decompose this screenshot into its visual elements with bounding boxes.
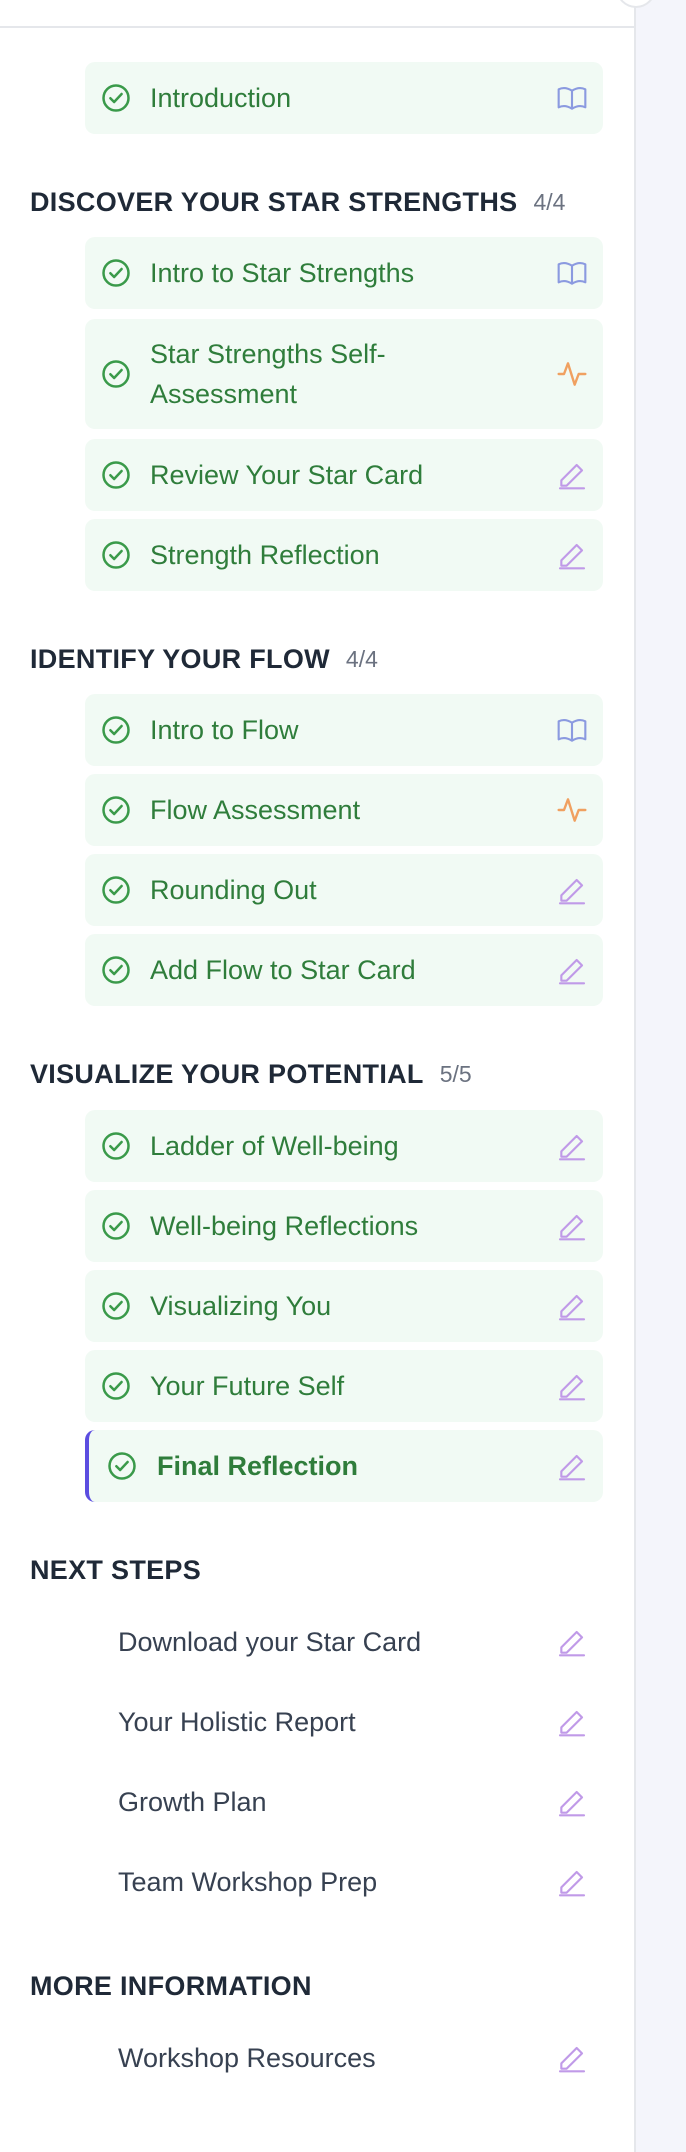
nav-item-label: Flow Assessment <box>150 795 361 825</box>
nav-item-label: Well-being Reflections <box>150 1211 419 1241</box>
pencil-icon <box>558 1454 586 1481</box>
section-progress-count: 4/4 <box>345 645 378 672</box>
check-circle-icon <box>102 1372 130 1400</box>
check-circle-icon <box>102 716 130 744</box>
section-title: MORE INFORMATION <box>30 1970 312 2001</box>
nav-item-ladder-of-well-being[interactable]: Ladder of Well-being <box>85 1110 603 1182</box>
nav-item-workshop-resources[interactable]: Workshop Resources <box>85 2022 603 2094</box>
nav-item-label: Growth Plan <box>118 1787 267 1817</box>
section-progress-count: 5/5 <box>439 1060 472 1087</box>
nav-item-label: Your Holistic Report <box>118 1707 356 1737</box>
nav-item-intro-star-strengths[interactable]: Intro to Star Strengths <box>85 237 603 309</box>
pencil-icon <box>558 463 586 490</box>
section-header-more-information[interactable]: MORE INFORMATION <box>30 1968 312 2004</box>
book-icon <box>557 86 587 110</box>
nav-item-intro-to-flow[interactable]: Intro to Flow <box>85 694 603 766</box>
nav-item-star-strengths-self-assessment[interactable]: Star Strengths Self-Assessment <box>85 319 603 429</box>
pencil-icon <box>558 1294 586 1321</box>
section-title: IDENTIFY YOUR FLOW <box>30 643 330 674</box>
nav-item-label: Final Reflection <box>157 1451 359 1481</box>
section-header-identify-flow[interactable]: IDENTIFY YOUR FLOW 4/4 <box>30 641 378 677</box>
pencil-icon <box>558 1374 586 1401</box>
nav-item-rounding-out[interactable]: Rounding Out <box>85 854 603 926</box>
nav-item-label: Workshop Resources <box>118 2043 376 2073</box>
nav-item-label: Ladder of Well-being <box>150 1131 399 1161</box>
check-circle-icon <box>102 541 130 569</box>
section-title: NEXT STEPS <box>30 1554 202 1585</box>
nav-item-label: Your Future Self <box>150 1371 345 1401</box>
pencil-icon <box>558 1710 586 1737</box>
section-title: VISUALIZE YOUR POTENTIAL <box>30 1058 424 1089</box>
nav-item-holistic-report[interactable]: Your Holistic Report <box>85 1686 603 1758</box>
nav-item-your-future-self[interactable]: Your Future Self <box>85 1350 603 1422</box>
nav-item-team-workshop-prep[interactable]: Team Workshop Prep <box>85 1846 603 1918</box>
nav-item-final-reflection-current[interactable]: Final Reflection <box>85 1430 603 1502</box>
nav-item-label: Review Your Star Card <box>150 460 424 490</box>
nav-item-label: Strength Reflection <box>150 540 380 570</box>
nav-item-introduction[interactable]: Introduction <box>85 62 603 134</box>
pencil-icon <box>558 1134 586 1161</box>
pencil-icon <box>558 2046 586 2073</box>
nav-item-visualizing-you[interactable]: Visualizing You <box>85 1270 603 1342</box>
section-header-next-steps[interactable]: NEXT STEPS <box>30 1552 201 1588</box>
activity-pulse-icon <box>557 362 587 386</box>
pencil-icon <box>558 1790 586 1817</box>
pencil-icon <box>558 958 586 985</box>
check-circle-icon <box>102 1132 130 1160</box>
section-title: DISCOVER YOUR STAR STRENGTHS <box>30 186 518 217</box>
check-circle-icon <box>102 360 130 388</box>
nav-item-label: Star Strengths Self-Assessment <box>150 339 386 409</box>
section-header-visualize-potential[interactable]: VISUALIZE YOUR POTENTIAL 5/5 <box>30 1056 472 1092</box>
nav-item-add-flow-to-star-card[interactable]: Add Flow to Star Card <box>85 934 603 1006</box>
check-circle-icon <box>102 461 130 489</box>
nav-item-label: Team Workshop Prep <box>118 1867 378 1897</box>
check-circle-icon <box>102 1212 130 1240</box>
nav-item-label: Download your Star Card <box>118 1627 422 1657</box>
nav-item-well-being-reflections[interactable]: Well-being Reflections <box>85 1190 603 1262</box>
activity-pulse-icon <box>557 798 587 822</box>
nav-item-label: Rounding Out <box>150 875 317 905</box>
pencil-icon <box>558 1214 586 1241</box>
nav-item-label: Visualizing You <box>150 1291 332 1321</box>
book-icon <box>557 261 587 285</box>
nav-item-label: Add Flow to Star Card <box>150 955 416 985</box>
check-circle-icon <box>102 1292 130 1320</box>
pencil-icon <box>558 1630 586 1657</box>
check-circle-icon <box>102 956 130 984</box>
book-icon <box>557 718 587 742</box>
sidebar-topbar <box>0 0 636 28</box>
nav-item-label: Intro to Star Strengths <box>150 258 415 288</box>
check-circle-icon <box>102 84 130 112</box>
nav-item-label: Introduction <box>150 83 292 113</box>
check-circle-icon <box>108 1452 136 1480</box>
section-header-discover-strengths[interactable]: DISCOVER YOUR STAR STRENGTHS 4/4 <box>30 184 565 220</box>
check-circle-icon <box>102 876 130 904</box>
nav-item-growth-plan[interactable]: Growth Plan <box>85 1766 603 1838</box>
check-circle-icon <box>102 259 130 287</box>
section-progress-count: 4/4 <box>533 188 566 215</box>
pencil-icon <box>558 543 586 570</box>
workshop-sidebar: Introduction DISCOVER YOUR STAR STRENGTH… <box>0 0 656 2152</box>
nav-item-label: Intro to Flow <box>150 715 299 745</box>
nav-item-strength-reflection[interactable]: Strength Reflection <box>85 519 603 591</box>
nav-item-flow-assessment[interactable]: Flow Assessment <box>85 774 603 846</box>
check-circle-icon <box>102 796 130 824</box>
nav-item-download-star-card[interactable]: Download your Star Card <box>85 1606 603 1678</box>
nav-item-review-star-card[interactable]: Review Your Star Card <box>85 439 603 511</box>
pencil-icon <box>558 1870 586 1897</box>
pencil-icon <box>558 878 586 905</box>
